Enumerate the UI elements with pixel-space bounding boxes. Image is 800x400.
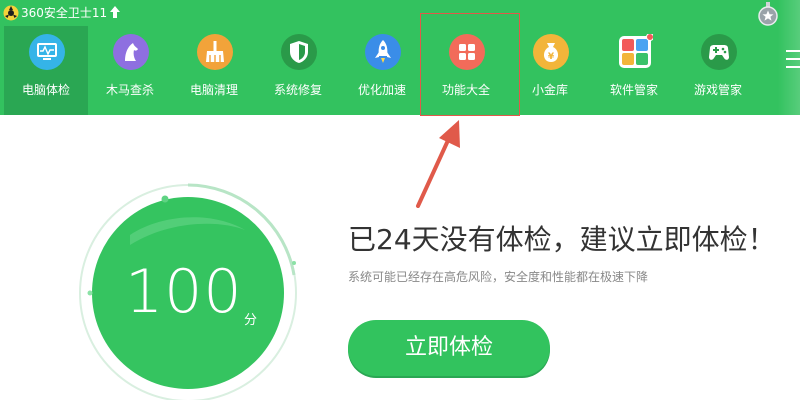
main-nav: 电脑体检 木马查杀 电脑清理 系统修复 优化加速 功能大全 ¥ 小金库 软件管家… (4, 26, 780, 115)
svg-text:¥: ¥ (548, 52, 555, 62)
app-title: 360安全卫士11 (21, 6, 108, 20)
nav-item-trojan-scan[interactable]: 木马查杀 (88, 26, 172, 115)
nav-item-software-manager[interactable]: 软件管家 (592, 26, 676, 115)
monitor-icon (29, 34, 65, 70)
annotation-highlight-box (420, 13, 520, 116)
gamepad-icon (701, 34, 737, 70)
nav-label: 木马查杀 (105, 83, 154, 97)
rocket-icon (365, 34, 401, 70)
checkup-warning-text: 系统可能已经存在高危风险，安全度和性能都在极速下降 (348, 270, 649, 284)
shield-icon (281, 34, 317, 70)
nav-label: 小金库 (531, 83, 568, 97)
nav-label: 软件管家 (609, 83, 658, 97)
medal-icon[interactable] (757, 2, 779, 26)
start-checkup-button[interactable]: 立即体检 (348, 320, 550, 376)
nav-item-small-vault[interactable]: ¥ 小金库 (508, 26, 592, 115)
more-menu-icon[interactable] (786, 50, 800, 72)
health-score: 100 (125, 257, 243, 327)
money-bag-icon: ¥ (533, 34, 569, 70)
annotation-arrow-icon (416, 120, 460, 208)
app-logo-icon (3, 5, 19, 21)
nav-item-pc-checkup[interactable]: 电脑体检 (4, 26, 88, 115)
nav-label: 电脑清理 (189, 83, 238, 97)
nav-label: 游戏管家 (693, 83, 742, 97)
title-bar: 360安全卫士11 (0, 0, 800, 26)
nav-item-game-manager[interactable]: 游戏管家 (676, 26, 760, 115)
nav-label: 电脑体检 (21, 83, 70, 97)
broom-icon (197, 34, 233, 70)
nav-item-pc-cleanup[interactable]: 电脑清理 (172, 26, 256, 115)
apps-icon (617, 34, 653, 70)
nav-item-system-repair[interactable]: 系统修复 (256, 26, 340, 115)
score-unit: 分 (244, 313, 258, 328)
horse-icon (113, 34, 149, 70)
nav-label: 优化加速 (357, 83, 406, 97)
nav-label: 系统修复 (273, 83, 322, 97)
upgrade-arrow-icon[interactable] (109, 5, 121, 19)
checkup-headline: 已24天没有体检，建议立即体检！ (348, 223, 776, 256)
nav-item-optimize-speed[interactable]: 优化加速 (340, 26, 424, 115)
top-bar: 360安全卫士11 电脑体检 木马查杀 电脑清理 系统修复 优化加速 功能大全 … (0, 0, 800, 116)
